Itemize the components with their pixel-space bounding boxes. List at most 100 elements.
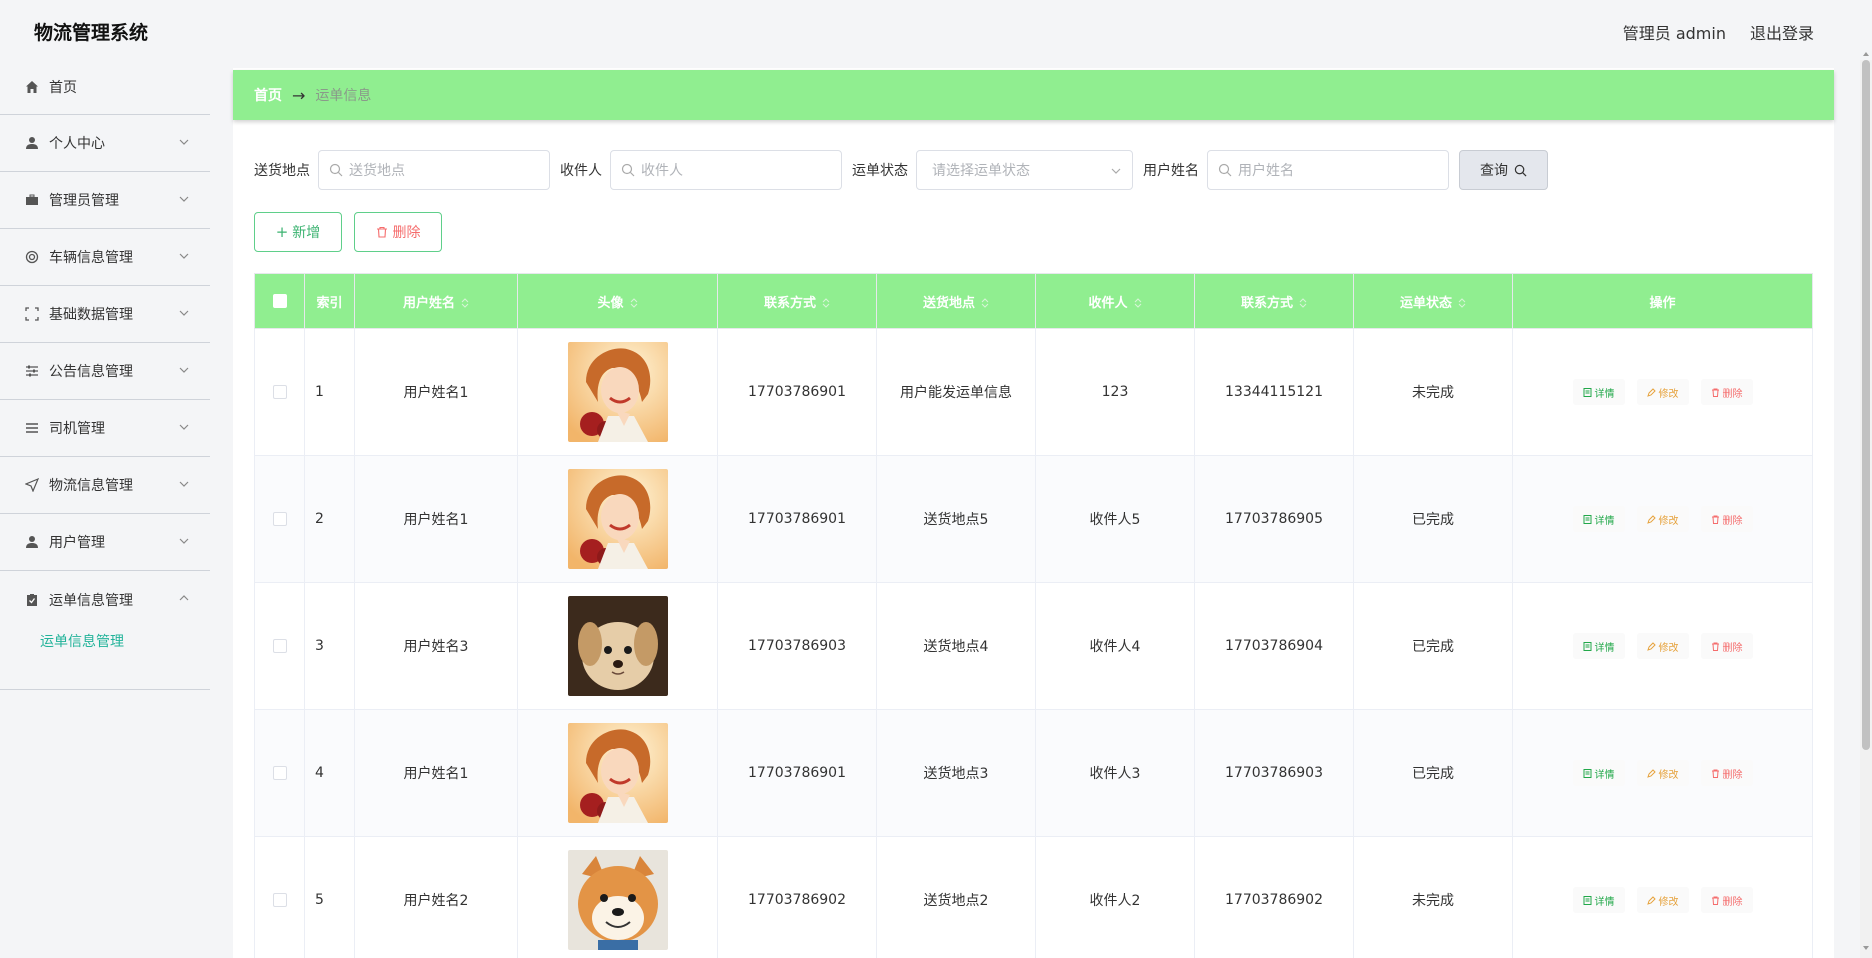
avatar[interactable]: [567, 469, 668, 569]
sliders-icon: [24, 363, 40, 379]
sort-icon[interactable]: [1458, 298, 1466, 308]
username-label: 用户姓名: [1143, 163, 1199, 179]
edit-button[interactable]: 修改: [1636, 633, 1689, 659]
avatar[interactable]: [567, 723, 668, 823]
scroll-down-arrow-icon[interactable]: [1862, 944, 1870, 952]
row-select-cell[interactable]: [254, 582, 305, 710]
sort-icon[interactable]: [630, 298, 638, 308]
column-header[interactable]: 头像: [517, 273, 718, 329]
table-row[interactable]: 5 用户姓名2 17703786902 送货地点2 收件人2 17703786902 未完成…: [254, 836, 1813, 958]
search-icon: [1514, 164, 1527, 176]
sidebar-item-personal-center[interactable]: 个人中心: [0, 115, 210, 172]
address-cell: 送货地点5: [876, 455, 1036, 583]
delete-button[interactable]: 删除: [1700, 506, 1753, 532]
column-header[interactable]: 联系方式: [1194, 273, 1354, 329]
trash-icon: [376, 226, 387, 238]
lifebuoy-icon: [24, 249, 40, 265]
sidebar-item-vehicle-management[interactable]: 车辆信息管理: [0, 229, 210, 286]
scroll-up-arrow-icon[interactable]: [1862, 50, 1870, 58]
detail-button[interactable]: 详情: [1572, 760, 1625, 786]
query-button[interactable]: 查询: [1459, 150, 1548, 190]
breadcrumb-home[interactable]: 首页: [254, 85, 282, 105]
bulk-delete-button[interactable]: 删除: [354, 212, 442, 252]
sidebar-item-label: 司机管理: [49, 421, 105, 437]
sort-icon[interactable]: [1134, 298, 1142, 308]
table-row[interactable]: 2 用户姓名1 17703786901 送货地点5 收件人5 17703786905 已完成…: [254, 455, 1813, 583]
chevron-down-icon: [179, 424, 189, 430]
address-placeholder: 送货地点: [349, 163, 405, 179]
edit-label: 修改: [1658, 896, 1679, 908]
trash-icon: [1711, 515, 1719, 524]
username-search-input[interactable]: 用户姓名: [1207, 150, 1449, 190]
scrollbar-thumb[interactable]: [1862, 60, 1870, 750]
detail-button[interactable]: 详情: [1572, 379, 1625, 405]
table-row[interactable]: 3 用户姓名3 17703786903 送货地点4 收件人4 17703786904 已完成…: [254, 582, 1813, 710]
clipboard-check-icon: [24, 592, 40, 608]
plus-icon: +: [275, 223, 289, 241]
operations-cell: 详情 修改 删除: [1512, 709, 1813, 837]
column-header[interactable]: 收件人: [1035, 273, 1195, 329]
edit-label: 修改: [1658, 515, 1679, 527]
sidebar-item-basic-data-management[interactable]: 基础数据管理: [0, 286, 210, 343]
sort-icon[interactable]: [822, 298, 830, 308]
edit-button[interactable]: 修改: [1636, 760, 1689, 786]
table-row[interactable]: 1 用户姓名1 17703786901 用户能发运单信息 123 13344115121 未…: [254, 328, 1813, 456]
table-row[interactable]: 4 用户姓名1 17703786901 送货地点3 收件人3 17703786903 已完成…: [254, 709, 1813, 837]
admin-user-label[interactable]: 管理员 admin: [1623, 20, 1726, 44]
username-cell: 用户姓名3: [354, 582, 518, 710]
column-header[interactable]: 送货地点: [876, 273, 1036, 329]
sidebar-item-admin-management[interactable]: 管理员管理: [0, 172, 210, 229]
sidebar-item-label: 车辆信息管理: [49, 250, 133, 266]
row-checkbox[interactable]: [272, 639, 287, 653]
detail-button[interactable]: 详情: [1572, 506, 1625, 532]
sort-icon[interactable]: [1299, 298, 1307, 308]
sort-icon[interactable]: [461, 298, 469, 308]
column-header[interactable]: 运单状态: [1353, 273, 1513, 329]
detail-button[interactable]: 详情: [1572, 633, 1625, 659]
avatar[interactable]: [567, 342, 668, 442]
search-form: 送货地点 送货地点 收件人 收件人 运单状态 请选择运单状态 用户姓名 用户姓名…: [254, 150, 1548, 190]
status-select[interactable]: 请选择运单状态: [916, 150, 1133, 190]
avatar[interactable]: [567, 596, 668, 696]
edit-button[interactable]: 修改: [1636, 887, 1689, 913]
column-header-label: 联系方式: [1240, 295, 1293, 311]
sidebar-item-driver-management[interactable]: 司机管理: [0, 400, 210, 457]
row-checkbox[interactable]: [272, 766, 287, 780]
edit-button[interactable]: 修改: [1636, 379, 1689, 405]
delete-button[interactable]: 删除: [1700, 379, 1753, 405]
row-checkbox[interactable]: [272, 385, 287, 399]
row-select-cell[interactable]: [254, 455, 305, 583]
sidebar-item-user-management[interactable]: 用户管理: [0, 514, 210, 571]
column-header[interactable]: 联系方式: [717, 273, 877, 329]
main-content: 首页 → 运单信息 送货地点 送货地点 收件人 收件人 运单状态 请选择运单状态…: [233, 68, 1834, 958]
submenu-item-waybill[interactable]: 运单信息管理: [40, 631, 124, 651]
delete-button[interactable]: 删除: [1700, 887, 1753, 913]
operations-cell: 详情 修改 删除: [1512, 455, 1813, 583]
sidebar-item-logistics-management[interactable]: 物流信息管理: [0, 457, 210, 514]
row-select-cell[interactable]: [254, 328, 305, 456]
address-search-input[interactable]: 送货地点: [318, 150, 550, 190]
select-all-checkbox[interactable]: [272, 294, 287, 308]
sort-icon[interactable]: [981, 298, 989, 308]
sidebar-item-notice-management[interactable]: 公告信息管理: [0, 343, 210, 400]
add-button[interactable]: + 新增: [254, 212, 342, 252]
delete-button[interactable]: 删除: [1700, 633, 1753, 659]
table-header-row: 索引 用户姓名 头像 联系方式 送货地点 收件人 联系方式 运单状态 操作: [254, 273, 1813, 329]
edit-button[interactable]: 修改: [1636, 506, 1689, 532]
select-all-header[interactable]: [254, 273, 305, 329]
row-checkbox[interactable]: [272, 893, 287, 907]
row-checkbox[interactable]: [272, 512, 287, 526]
arrow-right-icon: →: [292, 85, 306, 105]
row-select-cell[interactable]: [254, 836, 305, 958]
row-select-cell[interactable]: [254, 709, 305, 837]
delete-button[interactable]: 删除: [1700, 760, 1753, 786]
column-header[interactable]: 用户姓名: [354, 273, 518, 329]
receiver-cell: 收件人5: [1035, 455, 1195, 583]
receiver-search-input[interactable]: 收件人: [610, 150, 842, 190]
avatar[interactable]: [567, 850, 668, 950]
sidebar-item-home[interactable]: 首页: [0, 60, 210, 115]
logout-link[interactable]: 退出登录: [1750, 20, 1814, 44]
sidebar-item-waybill-management[interactable]: 运单信息管理: [0, 571, 210, 628]
edit-icon: [1646, 514, 1656, 524]
detail-button[interactable]: 详情: [1572, 887, 1625, 913]
